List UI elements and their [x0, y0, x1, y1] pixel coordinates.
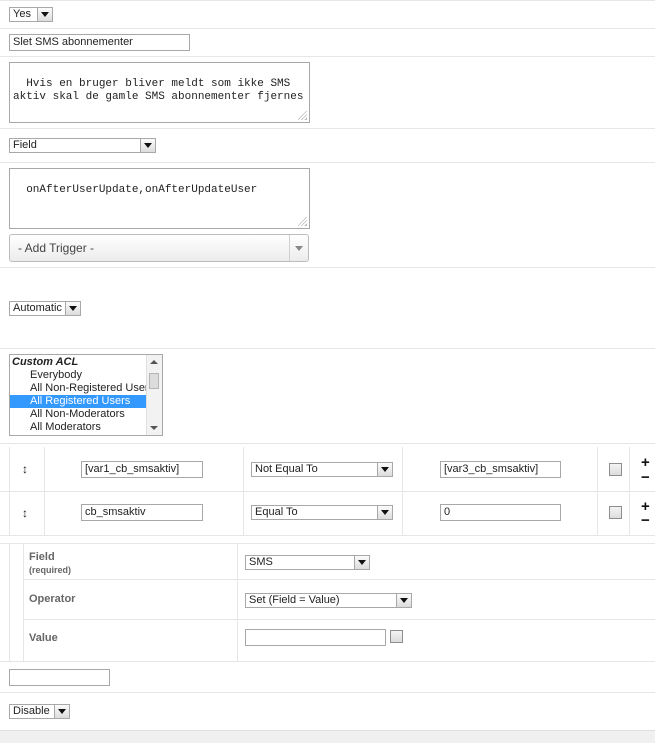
scroll-up-icon[interactable] — [150, 360, 158, 364]
separator — [0, 443, 655, 444]
table-border — [243, 447, 244, 535]
separator — [24, 579, 655, 580]
table-border — [44, 447, 45, 535]
remove-row-icon[interactable]: − — [641, 470, 650, 485]
action-field-value: SMS — [249, 556, 273, 568]
chevron-down-icon — [65, 302, 80, 315]
acl-listbox[interactable]: Custom ACL Everybody All Non-Registered … — [9, 354, 163, 436]
action-operator-label: Operator — [29, 593, 76, 605]
footer-bar — [0, 730, 655, 743]
trigger-type-select[interactable]: Field — [9, 138, 156, 153]
scroll-thumb[interactable] — [149, 373, 159, 389]
status-select[interactable]: Disable — [9, 704, 70, 719]
chevron-down-icon — [54, 705, 69, 718]
separator — [0, 535, 655, 536]
resize-grip-icon[interactable] — [298, 217, 307, 226]
separator — [24, 619, 655, 620]
action-field-required: (required) — [29, 565, 72, 575]
action-operator-select[interactable]: Set (Field = Value) — [245, 593, 412, 608]
drag-handle-icon[interactable]: ↕ — [22, 463, 28, 475]
remove-row-icon[interactable]: − — [641, 513, 650, 528]
status-select-value: Disable — [13, 705, 50, 717]
trigger-type-value: Field — [13, 139, 37, 151]
mode-select[interactable]: Automatic — [9, 301, 81, 316]
separator — [0, 267, 655, 268]
chevron-down-icon — [377, 506, 392, 519]
published-select[interactable]: Yes — [9, 7, 53, 22]
description-textarea[interactable]: Hvis en bruger bliver meldt som ikke SMS… — [9, 62, 310, 123]
action-field-label: Field — [29, 551, 55, 563]
condition-operator-select[interactable]: Equal To — [251, 505, 393, 520]
table-border — [23, 543, 24, 661]
action-operator-value: Set (Field = Value) — [249, 594, 340, 606]
condition-field-input[interactable]: [var1_cb_smsaktiv] — [81, 461, 203, 478]
condition-checkbox[interactable] — [609, 463, 622, 476]
separator — [0, 692, 655, 693]
chevron-down-icon — [37, 8, 52, 21]
separator — [0, 491, 655, 492]
table-border — [629, 447, 630, 535]
action-value-input[interactable] — [245, 629, 386, 646]
title-input[interactable]: Slet SMS abonnementer — [9, 34, 190, 51]
table-border — [9, 543, 10, 661]
chevron-down-icon — [289, 235, 308, 261]
description-text: Hvis en bruger bliver meldt som ikke SMS… — [13, 78, 304, 103]
drag-handle-icon[interactable]: ↕ — [22, 507, 28, 519]
acl-option[interactable]: Everybody — [10, 369, 162, 382]
table-border — [237, 543, 238, 661]
separator — [0, 128, 655, 129]
separator — [0, 661, 655, 662]
table-border — [402, 447, 403, 535]
separator — [0, 56, 655, 57]
action-value-checkbox[interactable] — [390, 630, 403, 643]
condition-operator-value: Equal To — [255, 506, 298, 518]
extra-input[interactable] — [9, 669, 110, 686]
acl-group-label: Custom ACL — [12, 356, 79, 368]
add-row-icon[interactable]: + — [641, 455, 650, 470]
published-select-value: Yes — [13, 8, 31, 20]
separator — [0, 0, 655, 1]
acl-option-selected[interactable]: All Registered Users — [10, 395, 162, 408]
separator — [0, 348, 655, 349]
scroll-down-icon[interactable] — [150, 426, 158, 430]
add-trigger-label: - Add Trigger - — [18, 241, 95, 255]
condition-operator-select[interactable]: Not Equal To — [251, 462, 393, 477]
chevron-down-icon — [354, 556, 369, 569]
condition-checkbox[interactable] — [609, 506, 622, 519]
action-field-select[interactable]: SMS — [245, 555, 370, 570]
acl-option[interactable]: All Non-Registered Users — [10, 382, 162, 395]
mode-select-value: Automatic — [13, 302, 62, 314]
separator — [0, 162, 655, 163]
acl-option[interactable]: All Moderators — [10, 421, 162, 434]
condition-value-input[interactable]: [var3_cb_smsaktiv] — [440, 461, 561, 478]
condition-field-input[interactable]: cb_smsaktiv — [81, 504, 203, 521]
acl-scrollbar[interactable] — [146, 355, 162, 435]
action-value-label: Value — [29, 632, 58, 644]
table-border — [9, 447, 10, 535]
table-border — [597, 447, 598, 535]
condition-operator-value: Not Equal To — [255, 463, 318, 475]
triggers-textarea[interactable]: onAfterUserUpdate,onAfterUpdateUser — [9, 168, 310, 229]
resize-grip-icon[interactable] — [298, 111, 307, 120]
add-trigger-dropdown[interactable]: - Add Trigger - — [9, 234, 309, 262]
chevron-down-icon — [396, 594, 411, 607]
separator — [0, 543, 655, 544]
chevron-down-icon — [377, 463, 392, 476]
triggers-text: onAfterUserUpdate,onAfterUpdateUser — [26, 184, 258, 196]
chevron-down-icon — [140, 139, 155, 152]
condition-value-input[interactable]: 0 — [440, 504, 561, 521]
separator — [0, 28, 655, 29]
acl-option[interactable]: All Non-Moderators — [10, 408, 162, 421]
